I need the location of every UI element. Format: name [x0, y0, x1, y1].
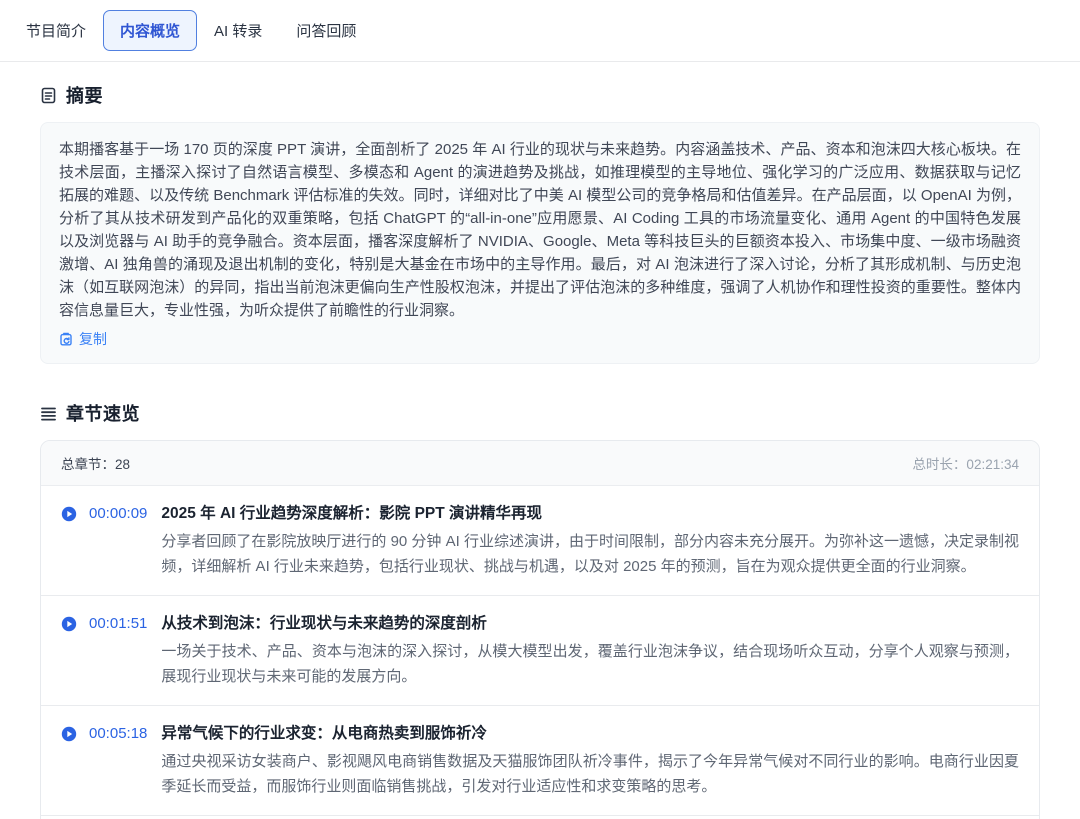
chapter-timestamp[interactable]: 00:05:18	[89, 722, 147, 746]
tab-program-intro[interactable]: 节目简介	[9, 10, 103, 51]
chapter-timestamp[interactable]: 00:01:51	[89, 612, 147, 636]
chapters-title: 章节速览	[66, 400, 140, 426]
document-icon	[40, 87, 57, 104]
chapter-description: 通过央视采访女装商户、影视飓风电商销售数据及天猫服饰团队祈冷事件，揭示了今年异常…	[161, 750, 1019, 799]
total-duration: 总时长：02:21:34	[912, 453, 1019, 473]
chapters-section-header: 章节速览	[40, 400, 1040, 426]
total-chapters: 总章节：28	[61, 453, 130, 473]
list-icon	[40, 405, 57, 422]
copy-icon	[59, 332, 73, 346]
copy-button[interactable]: 复制	[59, 329, 107, 349]
chapter-description: 一场关于技术、产品、资本与泡沫的深入探讨，从模大模型出发，覆盖行业泡沫争议，结合…	[161, 640, 1019, 689]
chapter-title: 从技术到泡沫：行业现状与未来趋势的深度剖析	[161, 612, 1019, 636]
play-icon[interactable]	[61, 506, 77, 522]
chapter-content: 异常气候下的行业求变：从电商热卖到服饰祈冷 通过央视采访女装商户、影视飓风电商销…	[161, 722, 1019, 799]
main-content: 摘要 本期播客基于一场 170 页的深度 PPT 演讲，全面剖析了 2025 年…	[0, 62, 1080, 819]
chapter-item[interactable]: 00:00:09 2025 年 AI 行业趋势深度解析：影院 PPT 演讲精华再…	[41, 486, 1039, 595]
play-icon[interactable]	[61, 616, 77, 632]
chapters-stats-row: 总章节：28 总时长：02:21:34	[41, 441, 1039, 486]
chapter-title: 异常气候下的行业求变：从电商热卖到服饰祈冷	[161, 722, 1019, 746]
play-icon[interactable]	[61, 726, 77, 742]
tab-bar: 节目简介 内容概览 AI 转录 问答回顾	[0, 0, 1080, 62]
chapter-title: 2025 年 AI 行业趋势深度解析：影院 PPT 演讲精华再现	[161, 502, 1019, 526]
chapter-timestamp[interactable]: 00:00:09	[89, 502, 147, 526]
copy-label: 复制	[79, 329, 107, 349]
chapter-item[interactable]: 00:07:30 AI 革命与极端时代的辩证探讨：从气候失控到商业豪赌	[41, 815, 1039, 819]
chapters-card: 总章节：28 总时长：02:21:34 00:00:09 2025 年 AI 行…	[40, 440, 1040, 819]
chapter-item[interactable]: 00:05:18 异常气候下的行业求变：从电商热卖到服饰祈冷 通过央视采访女装商…	[41, 705, 1039, 815]
summary-section-header: 摘要	[40, 82, 1040, 108]
tab-ai-transcript[interactable]: AI 转录	[197, 10, 279, 51]
summary-text: 本期播客基于一场 170 页的深度 PPT 演讲，全面剖析了 2025 年 AI…	[59, 138, 1021, 322]
tab-content-overview[interactable]: 内容概览	[103, 10, 197, 51]
summary-card: 本期播客基于一场 170 页的深度 PPT 演讲，全面剖析了 2025 年 AI…	[40, 122, 1040, 364]
chapter-description: 分享者回顾了在影院放映厅进行的 90 分钟 AI 行业综述演讲，由于时间限制，部…	[161, 530, 1019, 579]
summary-title: 摘要	[66, 82, 103, 108]
chapter-content: 从技术到泡沫：行业现状与未来趋势的深度剖析 一场关于技术、产品、资本与泡沫的深入…	[161, 612, 1019, 689]
tab-qa-review[interactable]: 问答回顾	[279, 10, 373, 51]
chapter-content: 2025 年 AI 行业趋势深度解析：影院 PPT 演讲精华再现 分享者回顾了在…	[161, 502, 1019, 579]
chapter-item[interactable]: 00:01:51 从技术到泡沫：行业现状与未来趋势的深度剖析 一场关于技术、产品…	[41, 595, 1039, 705]
